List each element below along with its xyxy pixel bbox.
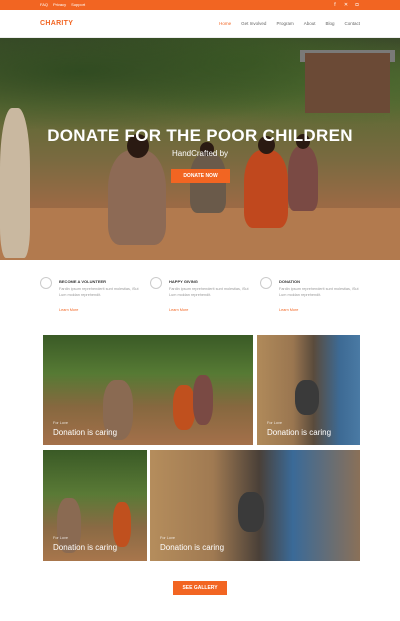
learn-more-link[interactable]: Learn More: [59, 308, 78, 312]
gallery-tile[interactable]: For Love Donation is caring: [43, 335, 253, 445]
feature-title: BECOME A VOLUNTEER: [59, 279, 107, 284]
top-link-faq[interactable]: FAQ: [40, 2, 48, 7]
top-links: FAQ Privacy Support: [40, 2, 85, 7]
gallery-tag: For Love: [53, 421, 68, 425]
nav-item-about[interactable]: About: [304, 21, 316, 26]
gallery-tag: For Love: [53, 536, 68, 540]
gallery-caption: Donation is caring: [160, 543, 225, 552]
hero-banner: DONATE FOR THE POOR CHILDREN HandCrafted…: [0, 38, 400, 260]
nav-menu: Home Get Involved Program About Blog Con…: [219, 21, 360, 26]
nav-item-contact[interactable]: Contact: [344, 21, 360, 26]
top-link-support[interactable]: Support: [71, 2, 85, 7]
site-logo[interactable]: CHARITY: [40, 20, 73, 27]
gallery-tile[interactable]: For Love Donation is caring: [257, 335, 360, 445]
main-nav: CHARITY Home Get Involved Program About …: [0, 10, 400, 38]
feature-text: Fardin ipsum reprehenderit sunt molestia…: [59, 287, 139, 297]
gallery-caption: Donation is caring: [53, 428, 118, 437]
gallery-tag: For Love: [267, 421, 282, 425]
twitter-icon[interactable]: ✕: [343, 2, 349, 8]
hut: [305, 53, 390, 113]
giving-icon: [150, 277, 162, 289]
child-figure: [238, 492, 264, 532]
features-section: BECOME A VOLUNTEER Fardin ipsum reprehen…: [40, 275, 360, 320]
feature-title: HAPPY GIVING: [169, 279, 198, 284]
feature-text: Fardin ipsum reprehenderit sunt molestia…: [169, 287, 249, 297]
gallery-tile[interactable]: For Love Donation is caring: [43, 450, 147, 561]
hero-ground: [0, 208, 400, 260]
child-figure: [244, 150, 288, 228]
gallery-caption: Donation is caring: [267, 428, 332, 437]
instagram-icon[interactable]: ◘: [354, 2, 360, 8]
child-figure: [108, 150, 166, 245]
child-figure: [113, 502, 131, 547]
facebook-icon[interactable]: f: [332, 2, 338, 8]
child-figure: [190, 153, 226, 213]
social-links: f ✕ ◘: [332, 2, 360, 8]
donation-icon: [260, 277, 272, 289]
hero-title: DONATE FOR THE POOR CHILDREN: [47, 126, 353, 145]
feature-text: Fardin ipsum reprehenderit sunt molestia…: [279, 287, 359, 297]
gallery-caption: Donation is caring: [53, 543, 118, 552]
learn-more-link[interactable]: Learn More: [279, 308, 298, 312]
donate-now-button[interactable]: DONATE NOW: [171, 169, 230, 183]
child-figure: [295, 380, 319, 415]
gallery-tile[interactable]: For Love Donation is caring: [150, 450, 360, 561]
hero-subtitle: HandCrafted by: [171, 149, 229, 158]
top-bar: FAQ Privacy Support f ✕ ◘: [0, 0, 400, 10]
nav-item-home[interactable]: Home: [219, 21, 231, 26]
see-gallery-button[interactable]: SEE GALLERY: [173, 581, 227, 595]
learn-more-link[interactable]: Learn More: [169, 308, 188, 312]
nav-item-get-involved[interactable]: Get Involved: [241, 21, 266, 26]
child-figure: [173, 385, 195, 430]
volunteer-icon: [40, 277, 52, 289]
child-figure: [193, 375, 213, 425]
gallery-tag: For Love: [160, 536, 175, 540]
feature-title: DONATION: [279, 279, 301, 284]
top-link-privacy[interactable]: Privacy: [53, 2, 66, 7]
nav-item-blog[interactable]: Blog: [325, 21, 334, 26]
nav-item-program[interactable]: Program: [276, 21, 293, 26]
